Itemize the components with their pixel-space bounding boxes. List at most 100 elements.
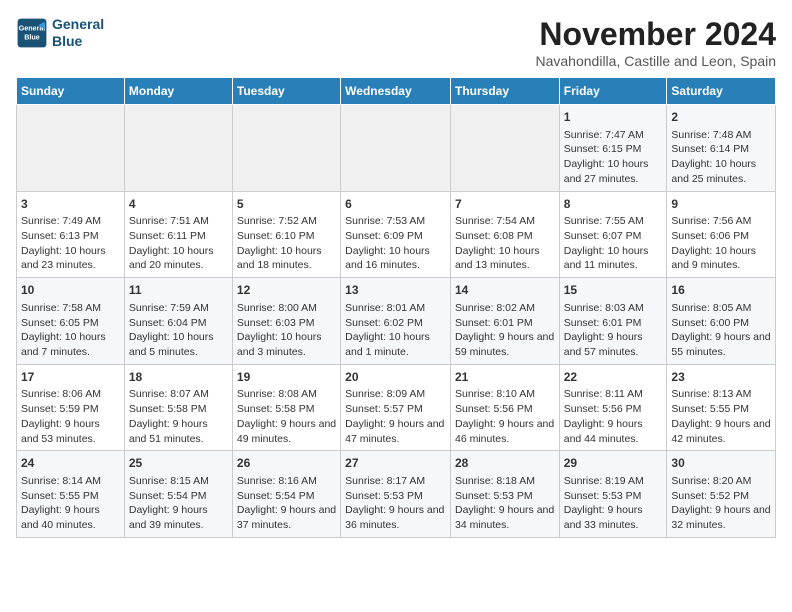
cell-content: Sunset: 5:59 PM [21, 402, 120, 417]
day-number: 26 [237, 455, 336, 472]
cell-content: Daylight: 10 hours and 5 minutes. [129, 330, 228, 359]
cell-content: Daylight: 9 hours and 37 minutes. [237, 503, 336, 532]
cell-content: Sunset: 6:06 PM [671, 229, 771, 244]
calendar-cell: 21Sunrise: 8:10 AMSunset: 5:56 PMDayligh… [450, 364, 559, 451]
cell-content: Daylight: 10 hours and 25 minutes. [671, 157, 771, 186]
calendar-cell: 15Sunrise: 8:03 AMSunset: 6:01 PMDayligh… [559, 278, 667, 365]
cell-content: Sunrise: 7:56 AM [671, 214, 771, 229]
cell-content: Sunset: 6:08 PM [455, 229, 555, 244]
cell-content: Sunset: 6:13 PM [21, 229, 120, 244]
cell-content: Sunrise: 7:53 AM [345, 214, 446, 229]
day-number: 5 [237, 196, 336, 213]
cell-content: Sunrise: 8:00 AM [237, 301, 336, 316]
day-number: 25 [129, 455, 228, 472]
day-number: 22 [564, 369, 663, 386]
cell-content: Sunset: 6:10 PM [237, 229, 336, 244]
cell-content: Sunrise: 8:20 AM [671, 474, 771, 489]
cell-content: Daylight: 9 hours and 36 minutes. [345, 503, 446, 532]
cell-content: Sunrise: 7:47 AM [564, 128, 663, 143]
day-number: 3 [21, 196, 120, 213]
calendar-cell: 23Sunrise: 8:13 AMSunset: 5:55 PMDayligh… [667, 364, 776, 451]
calendar-cell: 18Sunrise: 8:07 AMSunset: 5:58 PMDayligh… [124, 364, 232, 451]
cell-content: Daylight: 10 hours and 11 minutes. [564, 244, 663, 273]
calendar-cell: 11Sunrise: 7:59 AMSunset: 6:04 PMDayligh… [124, 278, 232, 365]
calendar-week-row: 3Sunrise: 7:49 AMSunset: 6:13 PM Daylight… [17, 191, 776, 278]
cell-content: Daylight: 9 hours and 51 minutes. [129, 417, 228, 446]
calendar-cell [124, 105, 232, 192]
cell-content: Sunrise: 8:02 AM [455, 301, 555, 316]
cell-content: Sunset: 5:55 PM [21, 489, 120, 504]
day-number: 27 [345, 455, 446, 472]
cell-content: Sunrise: 8:06 AM [21, 387, 120, 402]
cell-content: Sunrise: 7:49 AM [21, 214, 120, 229]
day-number: 2 [671, 109, 771, 126]
cell-content: Sunrise: 7:59 AM [129, 301, 228, 316]
cell-content: Sunrise: 7:54 AM [455, 214, 555, 229]
cell-content: Daylight: 9 hours and 47 minutes. [345, 417, 446, 446]
calendar-cell: 7Sunrise: 7:54 AMSunset: 6:08 PMDaylight… [450, 191, 559, 278]
cell-content: Sunset: 5:58 PM [129, 402, 228, 417]
calendar-cell: 24Sunrise: 8:14 AMSunset: 5:55 PMDayligh… [17, 451, 125, 538]
calendar-cell [232, 105, 340, 192]
cell-content: Sunrise: 8:08 AM [237, 387, 336, 402]
weekday-header: Sunday [17, 78, 125, 105]
cell-content: Sunrise: 8:05 AM [671, 301, 771, 316]
calendar-cell: 8Sunrise: 7:55 AMSunset: 6:07 PMDaylight… [559, 191, 667, 278]
calendar-cell: 17Sunrise: 8:06 AMSunset: 5:59 PMDayligh… [17, 364, 125, 451]
cell-content: Sunset: 6:03 PM [237, 316, 336, 331]
cell-content: Sunset: 5:58 PM [237, 402, 336, 417]
cell-content: Sunrise: 8:09 AM [345, 387, 446, 402]
calendar-cell: 5Sunrise: 7:52 AMSunset: 6:10 PMDaylight… [232, 191, 340, 278]
calendar-cell: 27Sunrise: 8:17 AMSunset: 5:53 PMDayligh… [341, 451, 451, 538]
cell-content: Daylight: 9 hours and 39 minutes. [129, 503, 228, 532]
cell-content: Sunset: 6:02 PM [345, 316, 446, 331]
day-number: 7 [455, 196, 555, 213]
cell-content: Sunrise: 8:11 AM [564, 387, 663, 402]
cell-content: Daylight: 9 hours and 42 minutes. [671, 417, 771, 446]
day-number: 17 [21, 369, 120, 386]
cell-content: Sunset: 6:04 PM [129, 316, 228, 331]
cell-content: Sunset: 6:07 PM [564, 229, 663, 244]
weekday-header: Tuesday [232, 78, 340, 105]
cell-content: Sunrise: 8:13 AM [671, 387, 771, 402]
cell-content: Sunrise: 8:18 AM [455, 474, 555, 489]
calendar-cell: 30Sunrise: 8:20 AMSunset: 5:52 PMDayligh… [667, 451, 776, 538]
cell-content: Daylight: 9 hours and 59 minutes. [455, 330, 555, 359]
page-subtitle: Navahondilla, Castille and Leon, Spain [536, 53, 777, 69]
day-number: 28 [455, 455, 555, 472]
day-number: 18 [129, 369, 228, 386]
calendar-week-row: 1Sunrise: 7:47 AMSunset: 6:15 PMDaylight… [17, 105, 776, 192]
cell-content: Sunset: 5:53 PM [455, 489, 555, 504]
cell-content: Sunrise: 7:48 AM [671, 128, 771, 143]
weekday-header: Wednesday [341, 78, 451, 105]
calendar-cell: 16Sunrise: 8:05 AMSunset: 6:00 PMDayligh… [667, 278, 776, 365]
day-number: 19 [237, 369, 336, 386]
calendar-cell: 25Sunrise: 8:15 AMSunset: 5:54 PMDayligh… [124, 451, 232, 538]
cell-content: Daylight: 9 hours and 53 minutes. [21, 417, 120, 446]
logo: General Blue General Blue [16, 16, 104, 50]
day-number: 29 [564, 455, 663, 472]
day-number: 13 [345, 282, 446, 299]
calendar-cell: 6Sunrise: 7:53 AMSunset: 6:09 PMDaylight… [341, 191, 451, 278]
cell-content: Sunset: 6:00 PM [671, 316, 771, 331]
calendar-cell: 20Sunrise: 8:09 AMSunset: 5:57 PMDayligh… [341, 364, 451, 451]
calendar-cell: 22Sunrise: 8:11 AMSunset: 5:56 PMDayligh… [559, 364, 667, 451]
day-number: 9 [671, 196, 771, 213]
cell-content: Daylight: 10 hours and 7 minutes. [21, 330, 120, 359]
calendar-cell: 1Sunrise: 7:47 AMSunset: 6:15 PMDaylight… [559, 105, 667, 192]
day-number: 1 [564, 109, 663, 126]
cell-content: Daylight: 9 hours and 33 minutes. [564, 503, 663, 532]
calendar-cell: 26Sunrise: 8:16 AMSunset: 5:54 PMDayligh… [232, 451, 340, 538]
cell-content: Daylight: 10 hours and 27 minutes. [564, 157, 663, 186]
cell-content: Daylight: 9 hours and 34 minutes. [455, 503, 555, 532]
calendar-table: SundayMondayTuesdayWednesdayThursdayFrid… [16, 77, 776, 538]
cell-content: Sunset: 6:11 PM [129, 229, 228, 244]
cell-content: Sunrise: 8:07 AM [129, 387, 228, 402]
day-number: 15 [564, 282, 663, 299]
weekday-header: Thursday [450, 78, 559, 105]
calendar-cell: 14Sunrise: 8:02 AMSunset: 6:01 PMDayligh… [450, 278, 559, 365]
day-number: 14 [455, 282, 555, 299]
cell-content: Daylight: 10 hours and 1 minute. [345, 330, 446, 359]
cell-content: Sunrise: 8:17 AM [345, 474, 446, 489]
cell-content: Daylight: 9 hours and 46 minutes. [455, 417, 555, 446]
